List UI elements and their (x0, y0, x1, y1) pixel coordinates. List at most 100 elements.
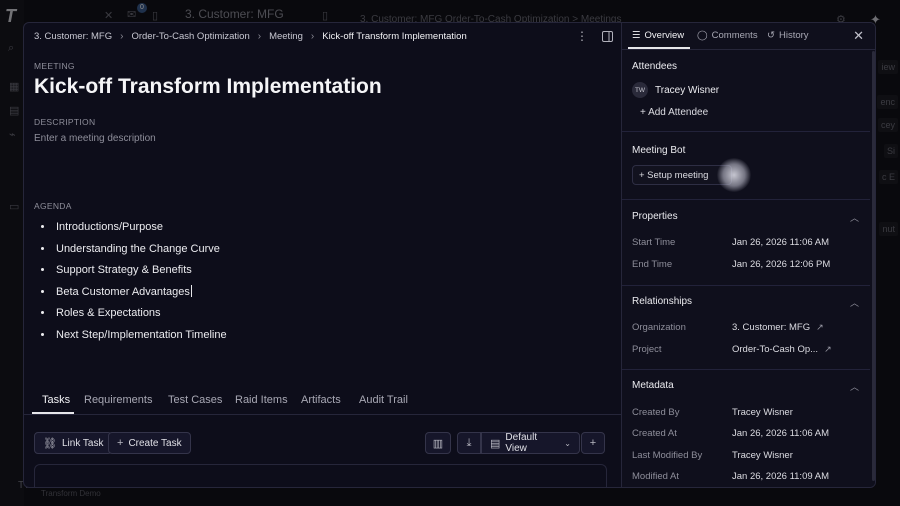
start-time-value[interactable]: Jan 26, 2026 11:06 AM (732, 237, 829, 248)
external-link-icon[interactable]: ↗ (816, 322, 824, 333)
section-divider (622, 285, 870, 286)
add-attendee-button[interactable]: + Add Attendee (640, 107, 708, 118)
list-icon: ☰ (632, 30, 641, 41)
tab-requirements[interactable]: Requirements (84, 394, 152, 406)
add-attendee-label: Add Attendee (648, 107, 709, 118)
created-at-value: Jan 26, 2026 11:06 AM (732, 428, 830, 439)
panel-tabs: ☰ Overview ◯ Comments ↺ History ✕ (622, 23, 875, 50)
chevron-right-icon: › (257, 31, 262, 42)
attendee-name[interactable]: Tracey Wisner (655, 85, 719, 96)
columns-button[interactable]: ▥ (425, 432, 451, 454)
tab-tasks[interactable]: Tasks (42, 394, 70, 406)
breadcrumb-item[interactable]: Meeting (269, 31, 303, 42)
relationships-title[interactable]: Relationships (632, 296, 692, 307)
chevron-up-icon[interactable]: ︿ (850, 296, 859, 309)
view-select[interactable]: ▤ Default View ⌄ (481, 432, 580, 454)
project-label: Project (632, 344, 662, 355)
avatar: TW (632, 82, 648, 98)
agenda-item-active[interactable]: Beta Customer Advantages (54, 284, 227, 307)
plus-icon: + (117, 437, 124, 449)
cursor-highlight (717, 158, 751, 192)
project-value: Order-To-Cash Op... (732, 344, 819, 355)
link-icon: ⛓ (43, 437, 57, 450)
create-task-button[interactable]: + Create Task (108, 432, 191, 454)
external-link-icon[interactable]: ↗ (824, 344, 832, 355)
project-link[interactable]: Order-To-Cash Op... ↗ (732, 344, 832, 355)
end-time-label: End Time (632, 259, 673, 270)
tasks-table (34, 464, 607, 487)
tab-overview[interactable]: ☰ Overview (632, 30, 684, 41)
meeting-modal: 3. Customer: MFG › Order-To-Cash Optimiz… (23, 22, 876, 488)
link-task-button[interactable]: ⛓ Link Task (34, 432, 113, 454)
end-time-value[interactable]: Jan 26, 2026 12:06 PM (732, 259, 830, 270)
description-field[interactable]: Enter a meeting description (34, 133, 156, 144)
description-label: DESCRIPTION (34, 117, 96, 127)
organization-link[interactable]: 3. Customer: MFG ↗ (732, 322, 824, 333)
link-task-label: Link Task (61, 437, 104, 449)
modified-by-label: Last Modified By (632, 450, 703, 461)
history-icon: ↺ (767, 30, 775, 41)
agenda-list[interactable]: Introductions/Purpose Understanding the … (54, 220, 227, 349)
chevron-down-icon: ⌄ (564, 438, 571, 448)
modified-at-label: Modified At (632, 471, 679, 482)
tab-artifacts[interactable]: Artifacts (301, 394, 341, 406)
tab-history[interactable]: ↺ History (767, 30, 809, 41)
tab-comments[interactable]: ◯ Comments (697, 30, 758, 41)
agenda-label: AGENDA (34, 201, 72, 211)
close-icon[interactable]: ✕ (853, 28, 864, 44)
tab-raid-items[interactable]: Raid Items (235, 394, 288, 406)
chevron-up-icon[interactable]: ︿ (850, 380, 859, 393)
columns-icon: ▥ (432, 437, 444, 450)
comment-icon: ◯ (697, 30, 708, 41)
text-caret (190, 284, 192, 297)
breadcrumb-item[interactable]: Order-To-Cash Optimization (131, 31, 249, 42)
active-tab-indicator (32, 412, 74, 414)
header-actions: ⋮ (576, 29, 613, 43)
plus-icon: + (589, 437, 597, 449)
add-view-button[interactable]: + (581, 432, 605, 454)
download-icon: ⤓ (466, 436, 472, 449)
chevron-up-icon[interactable]: ︿ (850, 211, 859, 224)
breadcrumb: 3. Customer: MFG › Order-To-Cash Optimiz… (34, 31, 467, 42)
more-vertical-icon[interactable]: ⋮ (576, 29, 588, 43)
section-divider (622, 131, 870, 132)
breadcrumb-current: Kick-off Transform Implementation (322, 31, 467, 42)
chevron-right-icon: › (120, 31, 124, 42)
breadcrumb-item[interactable]: 3. Customer: MFG (34, 31, 112, 42)
metadata-title[interactable]: Metadata (632, 380, 674, 391)
collapse-panel-icon[interactable] (602, 30, 613, 42)
create-task-label: Create Task (128, 437, 182, 449)
active-tab-indicator (628, 47, 690, 49)
agenda-item[interactable]: Introductions/Purpose (54, 220, 227, 242)
attendees-title: Attendees (632, 61, 678, 72)
agenda-item[interactable]: Understanding the Change Curve (54, 242, 227, 264)
properties-title[interactable]: Properties (632, 211, 678, 222)
meeting-bot-title: Meeting Bot (632, 145, 686, 156)
created-by-label: Created By (632, 407, 680, 418)
view-select-value: Default View (505, 432, 538, 454)
panel-scrollbar[interactable] (872, 51, 875, 481)
start-time-label: Start Time (632, 237, 676, 248)
meeting-type-label: MEETING (34, 61, 75, 71)
tab-bar: Tasks Requirements Test Cases Raid Items… (24, 389, 621, 415)
created-at-label: Created At (632, 428, 677, 439)
tab-comments-label: Comments (711, 30, 758, 41)
modified-by-value: Tracey Wisner (732, 450, 793, 461)
meeting-main: 3. Customer: MFG › Order-To-Cash Optimiz… (24, 23, 621, 487)
plus-icon: + (640, 107, 646, 118)
page-title[interactable]: Kick-off Transform Implementation (34, 75, 382, 99)
agenda-item[interactable]: Support Strategy & Benefits (54, 263, 227, 285)
modified-at-value: Jan 26, 2026 11:09 AM (732, 471, 830, 482)
created-by-value: Tracey Wisner (732, 407, 793, 418)
tab-audit-trail[interactable]: Audit Trail (359, 394, 408, 406)
agenda-item[interactable]: Roles & Expectations (54, 306, 227, 328)
details-panel: ☰ Overview ◯ Comments ↺ History ✕ Attend… (622, 23, 875, 487)
export-button[interactable]: ⤓ (457, 432, 481, 454)
chevron-right-icon: › (310, 31, 315, 42)
agenda-item[interactable]: Next Step/Implementation Timeline (54, 328, 227, 350)
agenda-item-text[interactable]: Beta Customer Advantages (56, 286, 190, 298)
table-icon: ▤ (490, 437, 501, 450)
organization-label: Organization (632, 322, 686, 333)
tab-overview-label: Overview (644, 30, 685, 41)
tab-test-cases[interactable]: Test Cases (168, 394, 222, 406)
